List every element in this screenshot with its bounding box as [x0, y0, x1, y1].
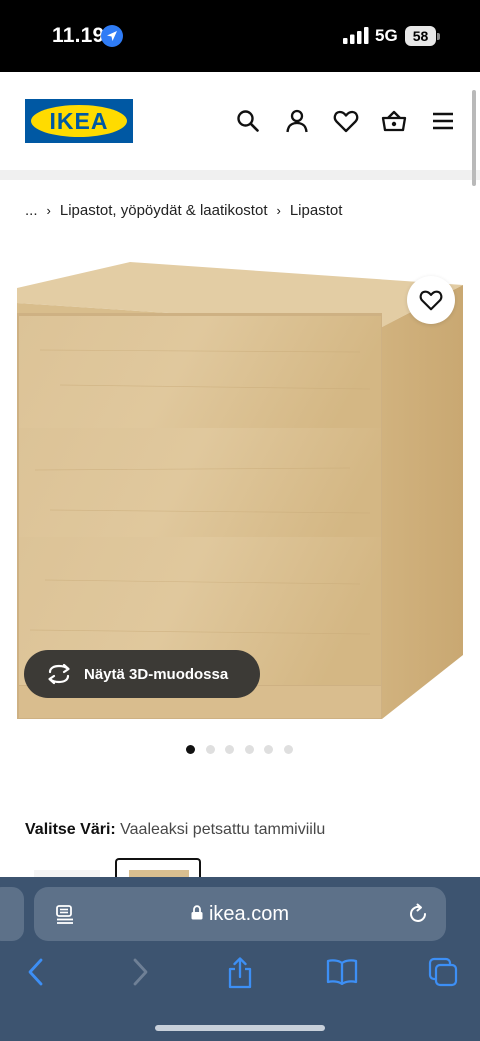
user-icon[interactable]: [284, 108, 310, 134]
view-3d-button[interactable]: Näytä 3D-muodossa: [24, 650, 260, 698]
heart-icon[interactable]: [333, 108, 359, 134]
status-time: 11.19: [52, 24, 105, 47]
url-text: ikea.com: [208, 903, 290, 925]
color-label: Valitse Väri:: [25, 821, 116, 838]
breadcrumb-item-current[interactable]: Lipastot: [290, 202, 343, 219]
forward-icon[interactable]: [128, 957, 152, 987]
basket-icon[interactable]: [381, 108, 407, 134]
chevron-right-icon: ›: [46, 202, 51, 218]
status-bar: 11.19 5G 58: [0, 0, 480, 72]
reload-icon[interactable]: [406, 902, 430, 926]
home-indicator[interactable]: [155, 1025, 325, 1031]
lock-icon: [191, 905, 203, 920]
add-to-favourites-button[interactable]: [407, 276, 455, 324]
breadcrumb: ... › Lipastot, yöpöydät & laatikostot ›…: [25, 200, 342, 220]
breadcrumb-item-category[interactable]: Lipastot, yöpöydät & laatikostot: [60, 202, 268, 219]
ikea-logo[interactable]: IKEA: [25, 99, 133, 143]
battery-tip: [437, 33, 440, 40]
rotate-3d-icon: [48, 663, 70, 685]
carousel-dot[interactable]: [186, 745, 195, 754]
previous-tab-preview[interactable]: [0, 887, 24, 941]
header-divider: [0, 170, 480, 180]
url-display: ikea.com: [34, 887, 446, 941]
breadcrumb-ellipsis[interactable]: ...: [25, 202, 38, 219]
color-selector: Valitse Väri: Vaaleaksi petsattu tammivi…: [25, 821, 325, 839]
drawer-1: [19, 316, 381, 447]
dresser-side: [382, 285, 463, 719]
signal-icon: [343, 27, 369, 44]
share-icon[interactable]: [226, 957, 254, 989]
address-bar[interactable]: ikea.com: [34, 887, 446, 941]
location-arrow-icon: [101, 25, 123, 47]
color-value: Vaaleaksi petsattu tammiviilu: [120, 821, 326, 838]
chevron-right-icon: ›: [276, 202, 281, 218]
carousel-dot[interactable]: [225, 745, 234, 754]
site-header: IKEA: [0, 72, 480, 170]
tabs-icon[interactable]: [428, 957, 458, 987]
carousel-dot[interactable]: [264, 745, 273, 754]
scrollbar[interactable]: [472, 90, 476, 186]
network-type: 5G: [375, 26, 398, 45]
heart-icon: [419, 290, 443, 311]
carousel-dot[interactable]: [283, 745, 293, 754]
carousel-dot[interactable]: [244, 745, 254, 754]
image-carousel-dots: [186, 745, 303, 754]
menu-icon[interactable]: [430, 108, 456, 134]
logo-text: IKEA: [49, 108, 109, 134]
bookmarks-icon[interactable]: [326, 957, 358, 985]
view-3d-label: Näytä 3D-muodossa: [84, 665, 229, 683]
battery-indicator: 58: [405, 26, 436, 46]
carousel-dot[interactable]: [205, 745, 215, 754]
search-icon[interactable]: [235, 108, 261, 134]
back-icon[interactable]: [24, 957, 48, 987]
browser-toolbar: ikea.com: [0, 877, 480, 1041]
